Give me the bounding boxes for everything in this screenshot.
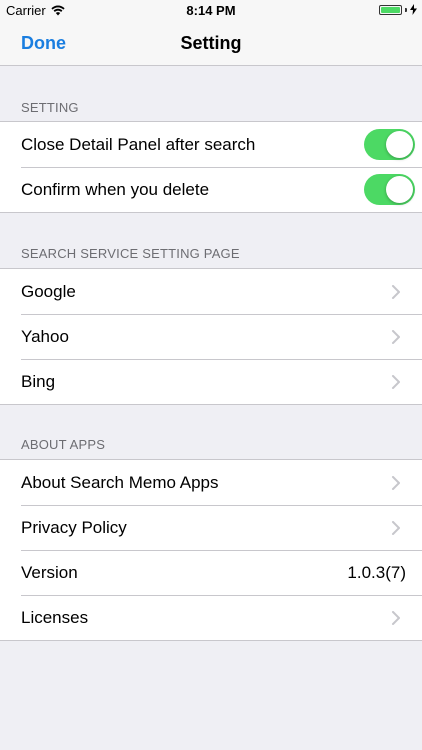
about-label-licenses: Licenses [21, 607, 89, 627]
chevron-right-icon [392, 520, 400, 535]
section-header-search-service: SEARCH SERVICE SETTING PAGE [21, 246, 240, 261]
chevron-right-icon [392, 284, 400, 299]
toggle-knob [386, 176, 413, 203]
setting-label-confirm-delete: Confirm when you delete [21, 179, 210, 199]
about-row-privacy-policy[interactable]: Privacy Policy [0, 505, 422, 550]
toggle-knob [386, 131, 413, 158]
about-label-version: Version [21, 562, 78, 582]
section-header-about-apps: ABOUT APPS [21, 437, 106, 452]
status-time: 8:14 PM [186, 3, 236, 18]
page-title: Setting [180, 33, 242, 53]
setting-group: Close Detail Panel after search Confirm … [0, 121, 422, 213]
setting-row-confirm-delete: Confirm when you delete [0, 167, 422, 212]
search-service-group: Google Yahoo Bing [0, 268, 422, 405]
search-service-row-bing[interactable]: Bing [0, 359, 422, 404]
section-header-setting: SETTING [21, 100, 79, 115]
about-apps-group: About Search Memo Apps Privacy Policy Ve… [0, 459, 422, 641]
close-detail-panel-toggle[interactable] [364, 129, 415, 160]
search-service-label-google: Google [21, 281, 76, 301]
navigation-bar: Done Setting [0, 22, 422, 66]
about-row-licenses[interactable]: Licenses [0, 595, 422, 640]
battery-icon [379, 4, 402, 15]
version-value: 1.0.3(7) [347, 562, 406, 582]
confirm-delete-toggle[interactable] [364, 174, 415, 205]
search-service-label-yahoo: Yahoo [21, 326, 69, 346]
setting-row-close-detail-panel: Close Detail Panel after search [0, 122, 422, 167]
chevron-right-icon [392, 610, 400, 625]
about-row-about-search-memo[interactable]: About Search Memo Apps [0, 460, 422, 505]
about-label-about-search-memo: About Search Memo Apps [21, 472, 219, 492]
chevron-right-icon [392, 329, 400, 344]
chevron-right-icon [392, 475, 400, 490]
charging-icon [410, 4, 417, 15]
status-bar: Carrier 8:14 PM [0, 0, 422, 22]
about-label-privacy-policy: Privacy Policy [21, 517, 127, 537]
search-service-row-google[interactable]: Google [0, 269, 422, 314]
chevron-right-icon [392, 374, 400, 389]
setting-label-close-detail-panel: Close Detail Panel after search [21, 134, 256, 154]
battery-tip [405, 7, 407, 12]
search-service-row-yahoo[interactable]: Yahoo [0, 314, 422, 359]
battery-level [381, 6, 400, 13]
status-right-group [379, 4, 417, 15]
search-service-label-bing: Bing [21, 371, 56, 391]
about-row-version: Version 1.0.3(7) [0, 550, 422, 595]
